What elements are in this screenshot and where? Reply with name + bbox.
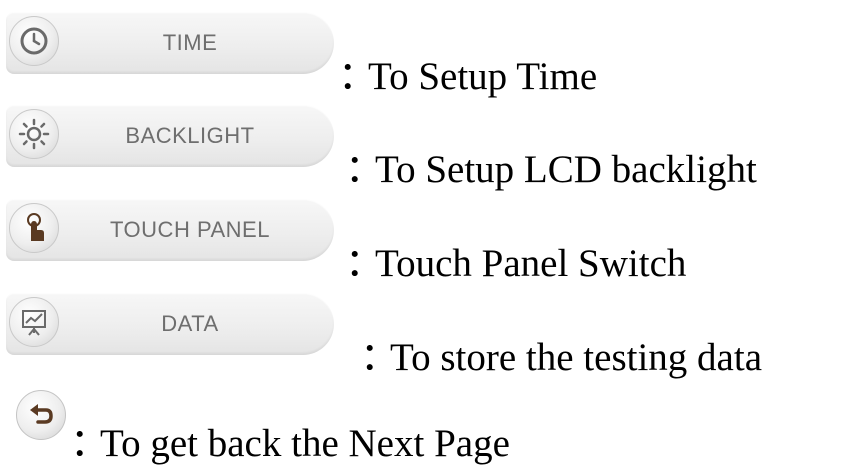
time-description-text: To Setup Time [368,55,598,98]
time-button-label: TIME [162,30,218,55]
touch-hand-icon [9,203,59,253]
touch-panel-button[interactable]: TOUCH PANEL [6,199,334,261]
backlight-button-label: BACKLIGHT [125,123,255,148]
touch-panel-button-label: TOUCH PANEL [110,217,270,242]
sun-icon [9,109,59,159]
touch-panel-description-text: Touch Panel Switch [375,242,687,285]
time-description: ：To Setup Time [338,45,597,101]
touch-panel-description: ：Touch Panel Switch [345,232,686,288]
time-button[interactable]: TIME [6,12,334,74]
data-button[interactable]: DATA [6,293,334,355]
data-description-text: To store the testing data [390,336,763,379]
clock-icon [9,16,59,66]
separator: ： [345,148,385,191]
data-description: ：To store the testing data [360,326,762,382]
separator: ： [70,422,110,465]
backlight-description: ：To Setup LCD backlight [345,138,757,194]
separator: ： [345,242,385,285]
chart-board-icon [9,297,59,347]
separator: ： [360,336,400,379]
separator: ： [338,55,378,98]
back-arrow-icon[interactable] [16,390,66,440]
back-description-text: To get back the Next Page [100,422,510,465]
data-button-label: DATA [161,311,219,336]
backlight-button[interactable]: BACKLIGHT [6,105,334,167]
back-description: ：To get back the Next Page [70,412,510,468]
backlight-description-text: To Setup LCD backlight [375,148,757,191]
